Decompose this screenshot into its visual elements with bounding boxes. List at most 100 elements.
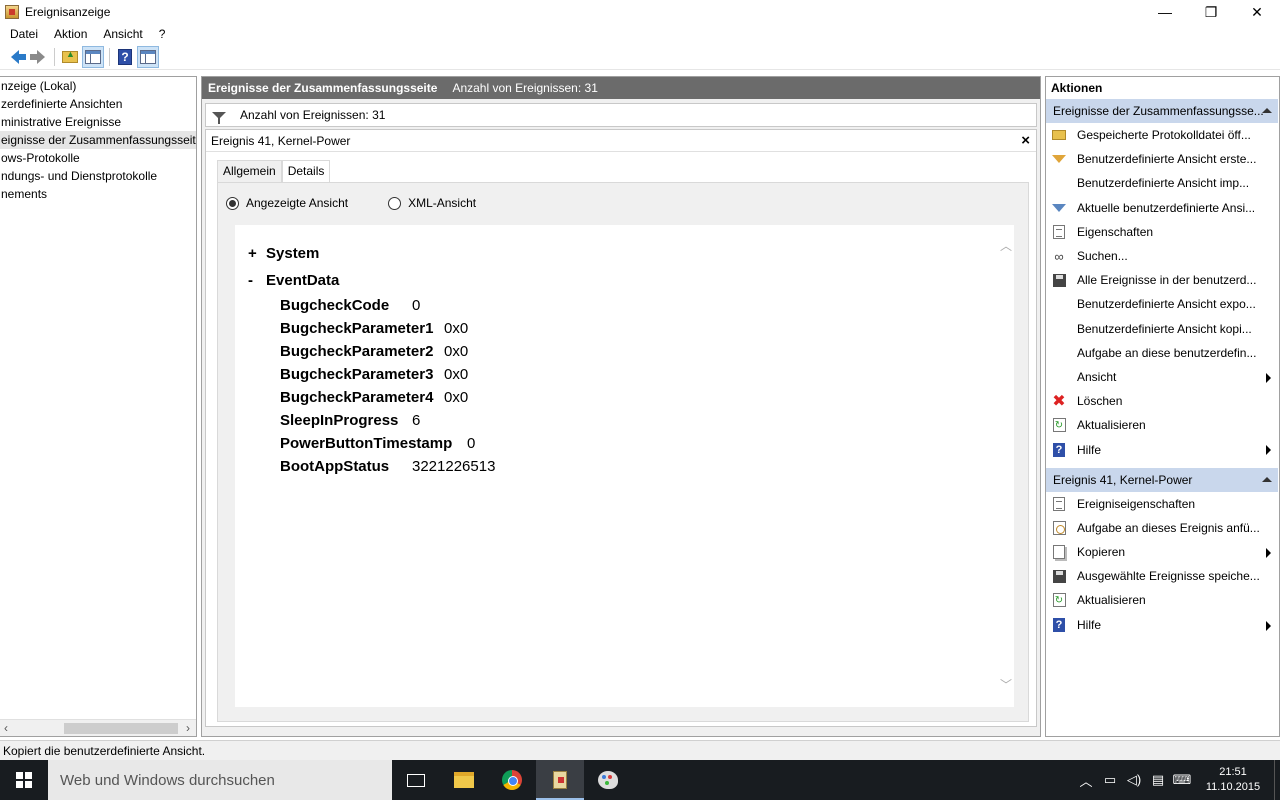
- taskbar-search-box[interactable]: Web und Windows durchsuchen: [48, 760, 392, 800]
- tab-allgemein[interactable]: Allgemein: [217, 160, 282, 182]
- help-icon: ?: [118, 49, 132, 65]
- action-open-saved-log[interactable]: Gespeicherte Protokolldatei öff...: [1046, 123, 1279, 147]
- collapse-caret-icon[interactable]: [1262, 476, 1272, 482]
- action-attach-task-to-event[interactable]: Aufgabe an dieses Ereignis anfü...: [1046, 516, 1279, 540]
- middle-header-count: Anzahl von Ereignissen: 31: [452, 81, 598, 95]
- filter-bar: Anzahl von Ereignissen: 31: [205, 103, 1037, 127]
- radio-friendly-view[interactable]: Angezeigte Ansicht: [226, 196, 348, 210]
- action-copy-custom-view[interactable]: Benutzerdefinierte Ansicht kopi...: [1046, 317, 1279, 341]
- submenu-arrow-icon: [1266, 445, 1271, 456]
- event-data-row: BugcheckParameter2 0x0: [280, 343, 468, 360]
- task-view-button[interactable]: [392, 760, 440, 800]
- action-find[interactable]: ∞ Suchen...: [1046, 244, 1279, 268]
- scrollbar-thumb[interactable]: [64, 723, 178, 734]
- back-button[interactable]: [4, 46, 26, 68]
- paint-button[interactable]: [584, 760, 632, 800]
- section-eventdata[interactable]: - EventData: [248, 272, 339, 289]
- scroll-left-icon[interactable]: ‹: [4, 721, 8, 735]
- action-help-event[interactable]: ? Hilfe: [1046, 613, 1279, 637]
- menu-datei[interactable]: Datei: [2, 27, 46, 41]
- action-save-selected-events[interactable]: Ausgewählte Ereignisse speiche...: [1046, 564, 1279, 588]
- up-folder-button[interactable]: [59, 46, 81, 68]
- event-viewer-icon: [553, 771, 567, 789]
- clock-date: 11.10.2015: [1205, 781, 1261, 793]
- maximize-button[interactable]: ❐: [1188, 0, 1234, 24]
- event-data-row: BugcheckParameter3 0x0: [280, 366, 468, 383]
- folder-up-icon: [62, 49, 78, 63]
- actions-pane: Aktionen Ereignisse der Zusammenfassungs…: [1045, 76, 1280, 737]
- radio-xml-view[interactable]: XML-Ansicht: [388, 196, 476, 210]
- scroll-up-icon[interactable]: ︿: [1000, 237, 1012, 254]
- tree-item-custom-views[interactable]: zerdefinierte Ansichten: [0, 95, 196, 113]
- blank-icon: [1051, 296, 1067, 312]
- tree-item-subscriptions[interactable]: nements: [0, 185, 196, 203]
- scroll-down-icon[interactable]: ﹀: [1000, 676, 1012, 693]
- collapse-caret-icon[interactable]: [1262, 108, 1272, 113]
- actions-section-summary[interactable]: Ereignisse der Zusammenfassungsse...: [1046, 99, 1278, 123]
- tree-item-app-service-logs[interactable]: ndungs- und Dienstprotokolle: [0, 167, 196, 185]
- taskbar-clock[interactable]: 21:51 11.10.2015: [1198, 765, 1268, 795]
- action-help[interactable]: ? Hilfe: [1046, 437, 1279, 461]
- details-tab-content: Angezeigte Ansicht XML-Ansicht + System …: [217, 182, 1029, 722]
- tab-details[interactable]: Details: [281, 160, 331, 183]
- radio-xml-label: XML-Ansicht: [408, 196, 477, 210]
- chevron-up-icon[interactable]: ︿: [1074, 760, 1098, 800]
- action-save-all-events[interactable]: Alle Ereignisse in der benutzerd...: [1046, 268, 1279, 292]
- back-arrow-icon: [11, 50, 26, 64]
- start-button[interactable]: [0, 760, 48, 800]
- show-desktop-button[interactable]: [1274, 760, 1280, 800]
- section-system[interactable]: + System: [248, 245, 319, 262]
- action-properties[interactable]: Eigenschaften: [1046, 220, 1279, 244]
- keyboard-icon[interactable]: ⌨: [1170, 760, 1194, 800]
- forward-button[interactable]: [27, 46, 49, 68]
- event-data-row: SleepInProgress 6: [280, 412, 420, 429]
- action-label: Alle Ereignisse in der benutzerd...: [1077, 273, 1257, 288]
- action-event-properties[interactable]: Ereigniseigenschaften: [1046, 492, 1279, 516]
- expand-icon[interactable]: +: [248, 245, 266, 262]
- scroll-right-icon[interactable]: ›: [186, 721, 190, 735]
- event-data-key: BugcheckParameter3: [280, 366, 434, 383]
- collapse-icon[interactable]: -: [248, 272, 266, 289]
- action-view-submenu[interactable]: Ansicht: [1046, 365, 1279, 389]
- action-pane-button[interactable]: [137, 46, 159, 68]
- detail-vertical-scrollbar[interactable]: ︿ ﹀: [998, 225, 1014, 707]
- chrome-button[interactable]: [488, 760, 536, 800]
- action-attach-task-to-view[interactable]: Aufgabe an diese benutzerdefin...: [1046, 341, 1279, 365]
- action-delete[interactable]: ✖ Löschen: [1046, 389, 1279, 413]
- tree-item-local[interactable]: nzeige (Lokal): [0, 77, 196, 95]
- network-icon[interactable]: ▭: [1098, 760, 1122, 800]
- section-header-label: Ereignis 41, Kernel-Power: [1053, 472, 1193, 487]
- submenu-arrow-icon: [1266, 620, 1271, 631]
- event-viewer-app-icon: [5, 5, 19, 19]
- minimize-button[interactable]: —: [1142, 0, 1188, 24]
- console-tree-button[interactable]: [82, 46, 104, 68]
- close-icon[interactable]: ×: [1021, 132, 1030, 149]
- tree-item-windows-logs[interactable]: ows-Protokolle: [0, 149, 196, 167]
- folder-icon: [1051, 127, 1067, 143]
- action-filter-current-view[interactable]: Aktuelle benutzerdefinierte Ansi...: [1046, 196, 1279, 220]
- action-pane-icon: [140, 50, 156, 64]
- event-viewer-taskbar-button[interactable]: [536, 760, 584, 800]
- event-data-value: 0x0: [444, 366, 469, 383]
- help-button[interactable]: ?: [114, 46, 136, 68]
- menu-help[interactable]: ?: [151, 27, 174, 41]
- save-icon: [1051, 568, 1067, 584]
- menu-ansicht[interactable]: Ansicht: [95, 27, 150, 41]
- action-import-custom-view[interactable]: Benutzerdefinierte Ansicht imp...: [1046, 171, 1279, 195]
- file-explorer-button[interactable]: [440, 760, 488, 800]
- toolbar-separator: [109, 48, 110, 66]
- action-copy[interactable]: Kopieren: [1046, 540, 1279, 564]
- volume-icon[interactable]: ◁): [1122, 760, 1146, 800]
- action-create-custom-view[interactable]: Benutzerdefinierte Ansicht erste...: [1046, 147, 1279, 171]
- action-export-custom-view[interactable]: Benutzerdefinierte Ansicht expo...: [1046, 292, 1279, 316]
- close-button[interactable]: ✕: [1234, 0, 1280, 24]
- tree-horizontal-scrollbar[interactable]: ‹ ›: [0, 719, 196, 736]
- tree-item-summary-events[interactable]: eignisse der Zusammenfassungsseite: [0, 131, 196, 149]
- tree-item-administrative-events[interactable]: ministrative Ereignisse: [0, 113, 196, 131]
- action-refresh-event[interactable]: ↻ Aktualisieren: [1046, 588, 1279, 612]
- action-label: Aufgabe an dieses Ereignis anfü...: [1077, 520, 1260, 535]
- notifications-icon[interactable]: ▤: [1146, 760, 1170, 800]
- menu-aktion[interactable]: Aktion: [46, 27, 95, 41]
- actions-section-event[interactable]: Ereignis 41, Kernel-Power: [1046, 467, 1278, 492]
- action-refresh[interactable]: ↻ Aktualisieren: [1046, 413, 1279, 437]
